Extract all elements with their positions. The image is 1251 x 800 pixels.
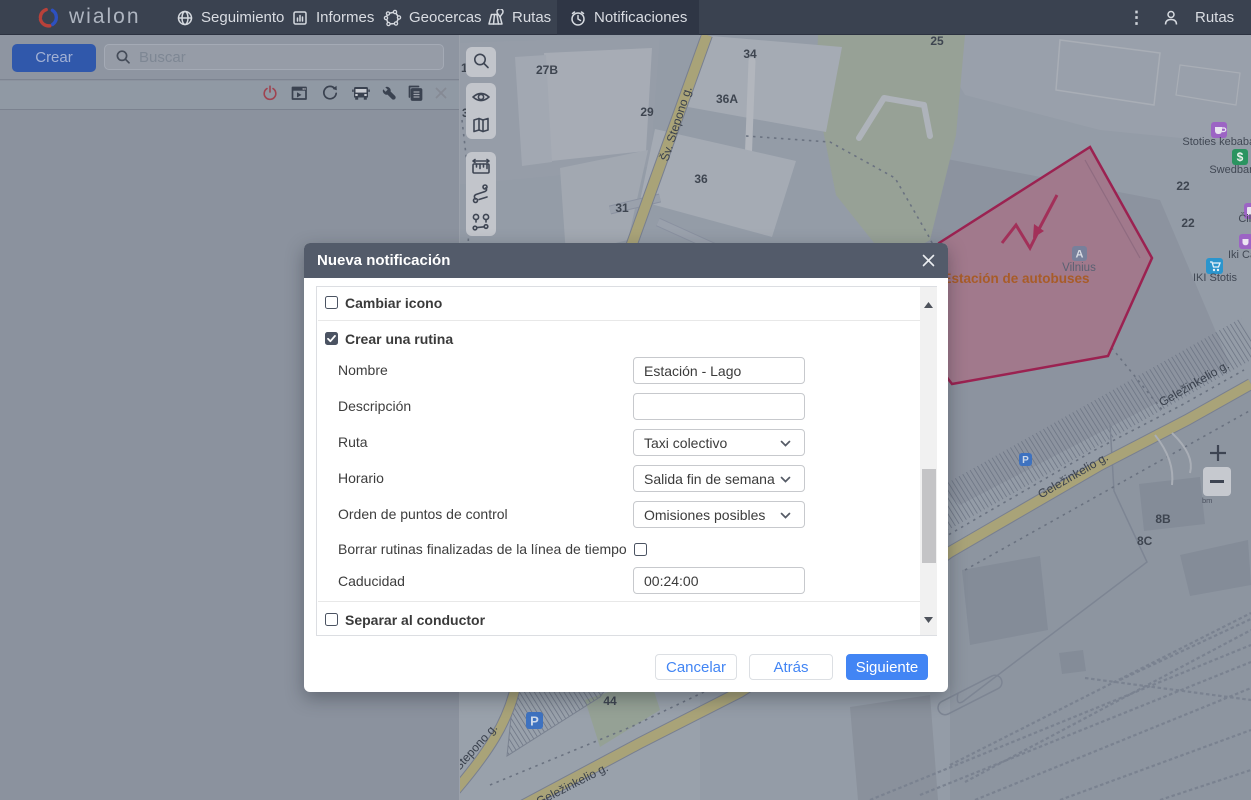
svg-text:22: 22	[1181, 216, 1195, 230]
svg-text:Swedbank: Swedbank	[1209, 164, 1251, 176]
svg-text:bm: bm	[1202, 496, 1212, 505]
svg-text:8B: 8B	[1155, 512, 1171, 526]
svg-text:Čili: Čili	[1238, 212, 1251, 225]
svg-text:Stoties kebabai: Stoties kebabai	[1182, 136, 1251, 148]
svg-text:36: 36	[694, 172, 708, 186]
svg-text:29: 29	[640, 105, 654, 119]
svg-text:Vilnius: Vilnius	[1062, 262, 1096, 274]
svg-text:27B: 27B	[536, 63, 558, 77]
svg-text:22: 22	[1176, 179, 1190, 193]
svg-text:31: 31	[615, 201, 629, 215]
svg-text:IKI Stotis: IKI Stotis	[1193, 272, 1238, 284]
svg-text:P: P	[1022, 455, 1029, 466]
svg-text:Iki Ca: Iki Ca	[1228, 249, 1251, 261]
svg-text:34: 34	[743, 47, 757, 61]
svg-text:25: 25	[930, 35, 944, 48]
svg-text:8C: 8C	[1137, 534, 1153, 548]
svg-text:P: P	[530, 713, 539, 728]
svg-text:36A: 36A	[716, 92, 738, 106]
svg-text:$: $	[1237, 150, 1244, 164]
svg-text:44: 44	[603, 694, 617, 708]
svg-text:A: A	[1076, 249, 1084, 261]
